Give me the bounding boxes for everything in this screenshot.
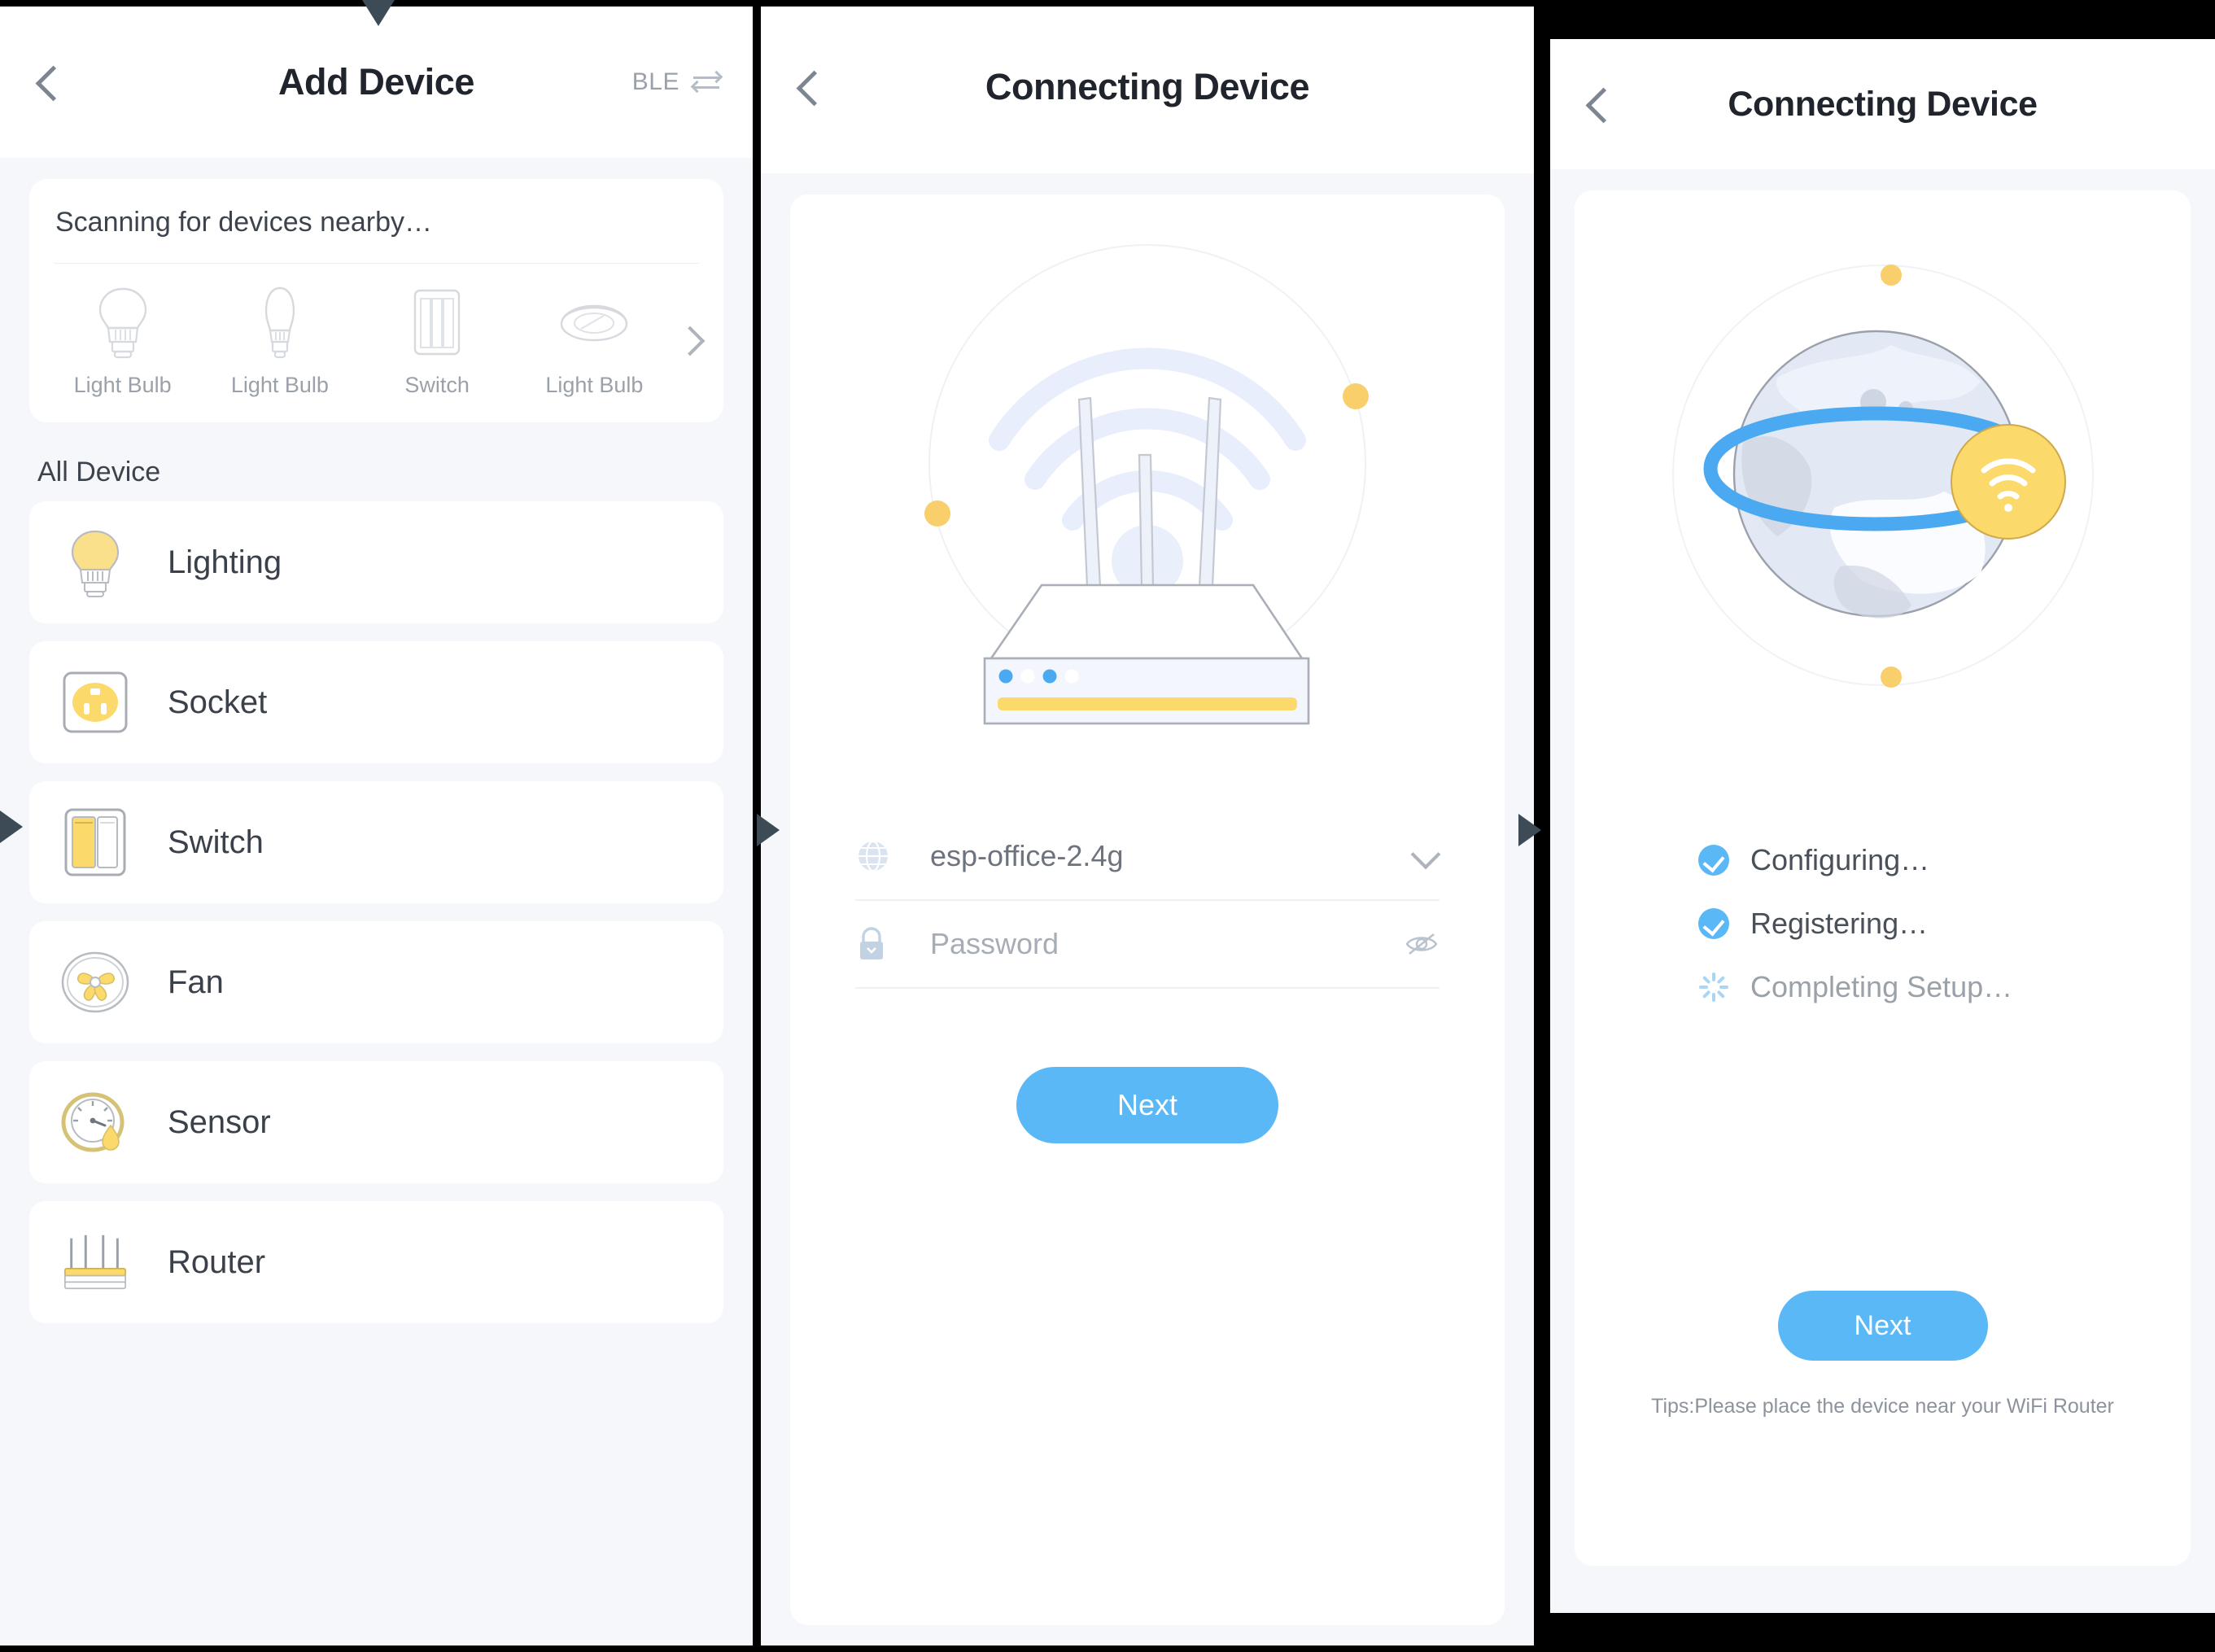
- scanned-device-label: Switch: [404, 373, 470, 397]
- device-category-label: Lighting: [168, 544, 282, 580]
- phone-panel-connecting-progress: Connecting Device Configuring… Registeri…: [1550, 39, 2215, 1613]
- bulb-a19-icon: [93, 285, 153, 360]
- lighting-bulb-icon: [60, 527, 130, 597]
- tips-text: Tips:Please place the device near your W…: [1651, 1395, 2114, 1418]
- globe-illustration: [1575, 239, 2191, 744]
- frame-bottom-left: [0, 1645, 1550, 1652]
- switch-panel-icon: [412, 285, 462, 360]
- password-input[interactable]: Password: [930, 927, 1400, 961]
- device-category-label: Switch: [168, 824, 264, 860]
- scanned-device-label: Light Bulb: [230, 373, 329, 397]
- scanned-device-label: Light Bulb: [73, 373, 172, 397]
- ssid-field-row[interactable]: esp-office-2.4g: [855, 813, 1440, 901]
- ceiling-light-icon: [557, 285, 631, 360]
- scanning-title: Scanning for devices nearby…: [55, 207, 433, 238]
- frame-bottom-right: [1550, 1613, 2215, 1652]
- password-field-row[interactable]: Password: [855, 901, 1440, 989]
- flow-arrow-top: [362, 0, 395, 26]
- status-row-registering: Registering…: [1695, 897, 2012, 951]
- device-category-label: Fan: [168, 964, 224, 1000]
- check-circle-icon: [1695, 908, 1732, 939]
- chevron-down-icon[interactable]: [1400, 842, 1440, 870]
- frame-top-right: [1550, 0, 2215, 39]
- ble-label: BLE: [631, 68, 679, 95]
- nav-header-add-device: Add Device BLE: [0, 7, 753, 158]
- phone-panel-connecting-wifi: Connecting Device esp-office-2.4g Passwo…: [761, 0, 1534, 1652]
- device-category-sensor[interactable]: Sensor: [29, 1061, 723, 1183]
- device-category-label: Router: [168, 1243, 266, 1280]
- connecting-progress-body: Configuring… Registering… Completing Set…: [1550, 190, 2215, 1566]
- device-category-label: Sensor: [168, 1104, 271, 1140]
- scanned-device-switch[interactable]: Switch: [359, 285, 516, 398]
- spinner-icon: [1695, 971, 1732, 1003]
- fan-icon: [60, 947, 130, 1017]
- device-category-socket[interactable]: Socket: [29, 641, 723, 763]
- screenshot-stage: Add Device BLE Scanning for devices near…: [0, 0, 2215, 1652]
- check-circle-icon: [1695, 845, 1732, 876]
- status-label: Configuring…: [1750, 843, 1930, 876]
- eye-slash-icon[interactable]: [1400, 932, 1440, 956]
- page-title: Connecting Device: [985, 65, 1310, 107]
- phone-panel-add-device: Add Device BLE Scanning for devices near…: [0, 7, 753, 1645]
- device-category-router[interactable]: Router: [29, 1201, 723, 1323]
- scanning-card: Scanning for devices nearby… Light Bulb …: [29, 179, 723, 422]
- wifi-form: esp-office-2.4g Password Next: [855, 813, 1440, 1143]
- status-row-completing-setup: Completing Setup…: [1695, 960, 2012, 1014]
- frame-top-left: [0, 0, 1550, 7]
- globe-icon: [855, 838, 899, 874]
- back-icon[interactable]: [790, 68, 828, 106]
- wall-switch-icon: [60, 807, 130, 877]
- flow-arrow-left: [0, 811, 23, 843]
- connecting-wifi-body: esp-office-2.4g Password Next: [761, 194, 1534, 1625]
- wifi-card: esp-office-2.4g Password Next: [790, 194, 1505, 1625]
- add-device-body: Scanning for devices nearby… Light Bulb …: [0, 179, 753, 1323]
- back-icon[interactable]: [29, 63, 67, 101]
- next-button[interactable]: Next: [1016, 1067, 1278, 1143]
- bulb-candle-icon: [259, 285, 301, 360]
- back-icon[interactable]: [1579, 85, 1617, 123]
- flow-arrow-right: [1518, 814, 1541, 846]
- scanned-device-ceiling-light[interactable]: Light Bulb: [516, 285, 673, 398]
- status-label: Registering…: [1750, 907, 1929, 940]
- scan-next-page-icon[interactable]: [673, 324, 709, 360]
- device-category-lighting[interactable]: Lighting: [29, 501, 723, 623]
- next-button[interactable]: Next: [1777, 1291, 1988, 1361]
- all-device-section-label: All Device: [37, 457, 161, 487]
- status-label: Completing Setup…: [1750, 970, 2013, 1003]
- router-illustration: [790, 227, 1505, 797]
- ble-toggle[interactable]: BLE: [632, 68, 723, 96]
- page-title: Connecting Device: [1728, 84, 2038, 124]
- flow-arrow-middle: [757, 814, 780, 846]
- router-icon: [60, 1227, 130, 1297]
- swap-arrows-icon: [690, 68, 723, 96]
- device-category-switch[interactable]: Switch: [29, 781, 723, 903]
- nav-header-connecting-wifi: Connecting Device: [761, 0, 1534, 173]
- status-row-configuring: Configuring…: [1695, 833, 2012, 887]
- lock-icon: [855, 925, 899, 963]
- setup-status-list: Configuring… Registering… Completing Set…: [1695, 833, 2012, 1024]
- scanned-device-label: Light Bulb: [545, 373, 644, 397]
- scanned-device-light-bulb-a19[interactable]: Light Bulb: [44, 285, 201, 398]
- nav-header-connecting-progress: Connecting Device: [1550, 39, 2215, 169]
- socket-outlet-icon: [60, 667, 130, 737]
- ssid-input[interactable]: esp-office-2.4g: [930, 839, 1400, 873]
- device-category-fan[interactable]: Fan: [29, 921, 723, 1043]
- device-category-label: Socket: [168, 684, 268, 720]
- scanned-device-row: Light Bulb Light Bulb Switch Light Bulb: [29, 264, 723, 406]
- scanned-device-light-bulb-candle[interactable]: Light Bulb: [201, 285, 358, 398]
- progress-card: Configuring… Registering… Completing Set…: [1575, 190, 2191, 1566]
- sensor-gauge-icon: [60, 1087, 130, 1157]
